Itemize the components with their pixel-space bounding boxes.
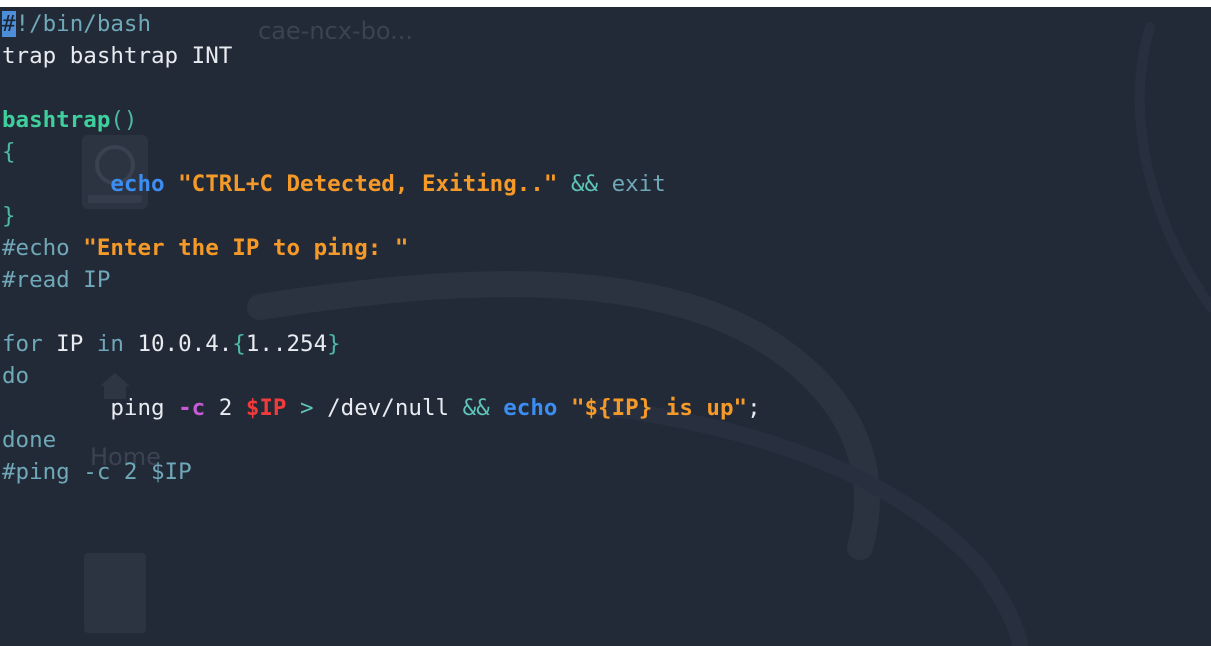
code-token: } [327, 331, 341, 357]
code-token: $IP [245, 395, 287, 421]
code-token: for [2, 331, 43, 357]
code-token: #ping -c 2 $IP [2, 459, 192, 485]
code-token: && [570, 171, 599, 197]
code-token: exit [611, 171, 666, 197]
code-token: #echo [2, 235, 84, 261]
code-token: () [110, 107, 138, 133]
code-token: 1..254 [245, 331, 328, 357]
code-line: } [2, 200, 761, 232]
code-token: "Enter the IP to ping: " [83, 235, 409, 261]
code-line: do [2, 360, 761, 392]
code-line: #read IP [2, 264, 761, 296]
code-token: "CTRL+C Detected, Exiting.." [178, 171, 558, 197]
code-line: #ping -c 2 $IP [2, 456, 761, 488]
code-line: echo "CTRL+C Detected, Exiting.." && exi… [2, 168, 761, 200]
code-token: -c [178, 395, 206, 421]
code-line: done [2, 424, 761, 456]
code-token: in [96, 331, 124, 357]
code-line: #echo "Enter the IP to ping: " [2, 232, 761, 264]
code-token: /dev/null [313, 395, 463, 421]
code-line: #!/bin/bash [2, 8, 761, 40]
code-token: trap bashtrap INT [2, 43, 233, 69]
code-line: bashtrap() [2, 104, 761, 136]
code-token: bashtrap [2, 107, 111, 133]
code-token: > [300, 395, 314, 421]
code-token: echo [503, 395, 558, 421]
code-line: for IP in 10.0.4.{1..254} [2, 328, 761, 360]
code-token: 10.0.4. [123, 331, 233, 357]
document-icon [84, 553, 146, 633]
code-token: do [2, 363, 30, 389]
code-token: #read IP [2, 267, 111, 293]
terminal-window[interactable]: cae-ncx-bo... Home #!/bin/bash trap basht… [0, 7, 1211, 646]
code-line: trap bashtrap INT [2, 40, 761, 72]
code-token: && [462, 395, 490, 421]
code-token: ping [2, 395, 179, 421]
text-cursor: # [2, 11, 16, 37]
code-token: done [2, 427, 57, 453]
code-token: ; [747, 395, 761, 421]
code-token: { [2, 139, 16, 165]
code-token: { [232, 331, 246, 357]
code-line: { [2, 136, 761, 168]
code-line: ping -c 2 $IP > /dev/null && echo "${IP}… [2, 392, 761, 424]
code-token: } [2, 203, 16, 229]
code-token: !/bin/bash [15, 11, 152, 37]
code-token: IP [42, 331, 97, 357]
code-token: echo [110, 171, 165, 197]
code-token: 2 [205, 395, 246, 421]
script-editor[interactable]: #!/bin/bash trap bashtrap INT bashtrap(){ … [2, 8, 761, 488]
code-token: "${IP} is up" [570, 395, 748, 421]
